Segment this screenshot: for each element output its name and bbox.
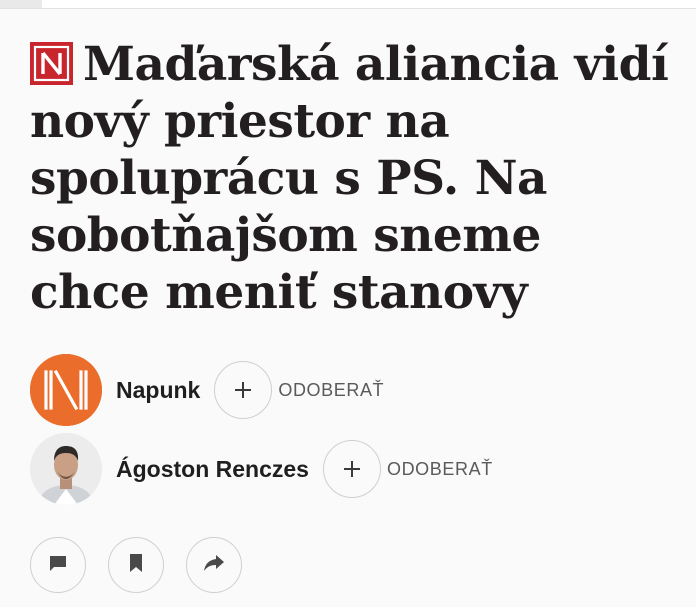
author-name[interactable]: Ágoston Renczes <box>116 456 309 483</box>
author-photo-avatar[interactable] <box>30 433 102 505</box>
bookmark-button[interactable] <box>108 537 164 593</box>
article-title: Maďarská aliancia vidí nový priestor na … <box>30 37 669 320</box>
article-headline: Maďarská aliancia vidí nový priestor na … <box>30 36 670 321</box>
author-row-renczes: Ágoston Renczes ODOBERAŤ <box>30 433 493 505</box>
follow-label[interactable]: ODOBERAŤ <box>278 380 384 401</box>
author-row-napunk: Napunk ODOBERAŤ <box>30 354 384 426</box>
top-divider <box>0 0 696 9</box>
author-name[interactable]: Napunk <box>116 377 200 404</box>
napunk-logo-avatar[interactable] <box>30 354 102 426</box>
comment-icon <box>48 553 68 578</box>
n-logo-icon <box>30 42 73 85</box>
follow-renczes-button[interactable]: ODOBERAŤ <box>322 440 493 498</box>
comment-button[interactable] <box>30 537 86 593</box>
follow-napunk-button[interactable]: ODOBERAŤ <box>214 361 384 419</box>
share-button[interactable] <box>186 537 242 593</box>
bookmark-icon <box>127 553 145 578</box>
share-icon <box>203 553 225 578</box>
plus-icon[interactable] <box>322 440 381 498</box>
article-page: Maďarská aliancia vidí nový priestor na … <box>0 0 696 607</box>
follow-label[interactable]: ODOBERAŤ <box>387 459 493 480</box>
plus-icon[interactable] <box>214 361 273 419</box>
top-divider-shadow <box>0 0 42 8</box>
article-action-bar <box>30 537 264 593</box>
